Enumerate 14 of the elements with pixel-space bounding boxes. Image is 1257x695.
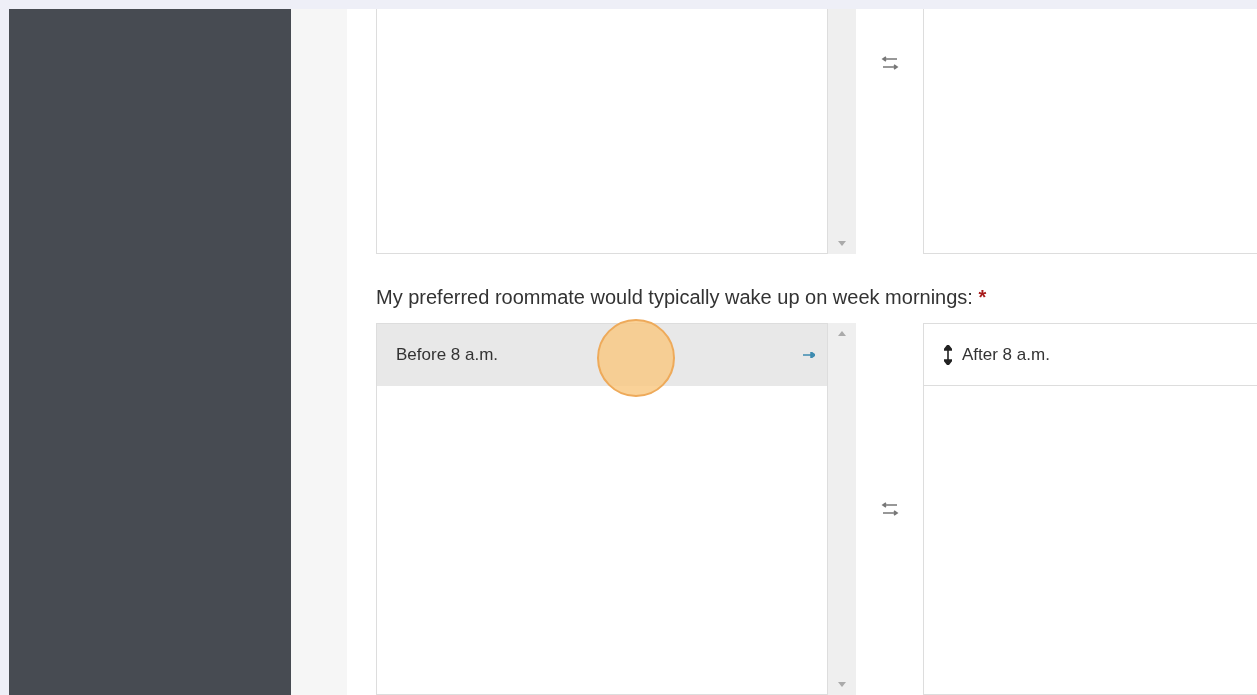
scroll-down-icon[interactable]	[838, 682, 846, 687]
available-list[interactable]	[376, 9, 828, 254]
arrow-right-icon[interactable]	[803, 352, 815, 358]
scrollbar[interactable]	[828, 323, 856, 695]
available-list[interactable]: Before 8 a.m.	[376, 323, 828, 695]
chosen-list[interactable]	[923, 9, 1257, 254]
scrollbar[interactable]	[828, 9, 856, 254]
drag-handle-icon[interactable]	[944, 344, 952, 365]
question-label: My preferred roommate would typically wake up on week mornings: *	[376, 285, 987, 310]
swap-icon[interactable]	[880, 502, 899, 516]
scroll-down-icon[interactable]	[838, 241, 846, 246]
scroll-up-icon[interactable]	[838, 331, 846, 336]
swap-icon[interactable]	[880, 56, 899, 70]
chosen-list[interactable]: After 8 a.m.	[923, 323, 1257, 695]
